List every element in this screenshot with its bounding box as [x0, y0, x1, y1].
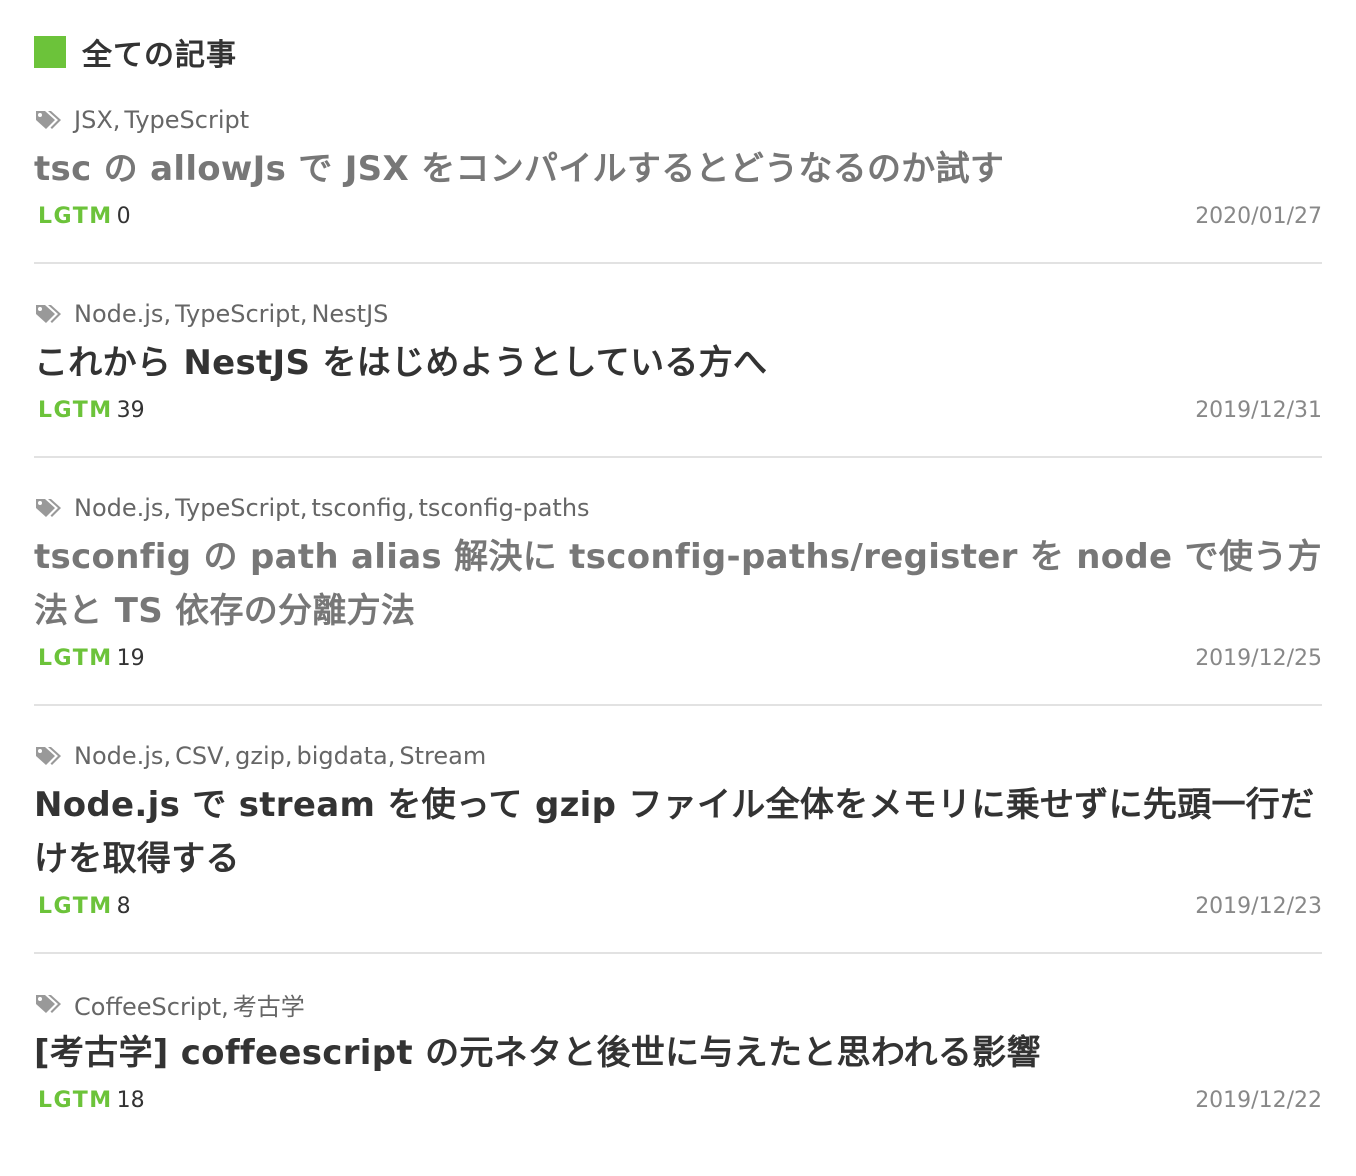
article-item: Node.js, CSV, gzip, bigdata, Stream Node.js …: [34, 740, 1322, 954]
article-list: JSX, TypeScript tsc の allowJs で JSX をコンパイ…: [34, 104, 1322, 1146]
tag-link[interactable]: 考古学: [233, 993, 305, 1021]
lgtm-counter: LGTM 18: [34, 1088, 145, 1113]
tag-separator: ,: [221, 992, 229, 1021]
section-title: 全ての記事: [82, 38, 237, 73]
tag-link[interactable]: Stream: [399, 742, 486, 770]
section-header: 全ての記事: [34, 34, 1322, 73]
tag-link[interactable]: CSV: [175, 742, 223, 770]
article-item: Node.js, TypeScript, tsconfig, tsconfig-pat…: [34, 492, 1322, 706]
tags-icon: [34, 744, 66, 768]
article-date: 2019/12/22: [1195, 1087, 1322, 1113]
tag-link[interactable]: Node.js: [74, 494, 163, 522]
tag-link[interactable]: gzip: [235, 742, 285, 770]
article-date: 2019/12/25: [1195, 645, 1322, 671]
tag-link[interactable]: Node.js: [74, 742, 163, 770]
lgtm-counter: LGTM 8: [34, 894, 131, 919]
tag-separator: ,: [299, 494, 308, 522]
tag-link[interactable]: Node.js: [74, 300, 163, 328]
article-item: CoffeeScript, 考古学 [考古学] coffeescript の元ネタ…: [34, 988, 1322, 1146]
tag-link[interactable]: NestJS: [311, 300, 388, 328]
lgtm-count: 18: [116, 1087, 145, 1113]
tags-icon: [34, 496, 66, 520]
tag-link[interactable]: bigdata: [297, 742, 388, 770]
lgtm-count: 0: [116, 203, 131, 229]
article-title-link[interactable]: これから NestJS をはじめようとしている方へ: [34, 336, 1322, 390]
lgtm-count: 39: [116, 397, 145, 423]
lgtm-counter: LGTM 0: [34, 204, 131, 229]
tags-list: Node.js, TypeScript, tsconfig, tsconfig-pat…: [74, 494, 590, 522]
article-item: Node.js, TypeScript, NestJS これから NestJS をは…: [34, 298, 1322, 458]
article-title-link[interactable]: [考古学] coffeescript の元ネタと後世に与えたと思われる影響: [34, 1026, 1322, 1080]
article-meta: LGTM 8 2019/12/23: [34, 890, 1322, 922]
article-meta: LGTM 19 2019/12/25: [34, 642, 1322, 674]
tag-link[interactable]: TypeScript: [124, 106, 249, 134]
section-mark-square: [34, 36, 66, 68]
article-date: 2019/12/23: [1195, 893, 1322, 919]
lgtm-label: LGTM: [38, 1087, 113, 1113]
tag-separator: ,: [406, 494, 415, 522]
tag-separator: ,: [112, 106, 121, 134]
article-meta: LGTM 18 2019/12/22: [34, 1084, 1322, 1116]
tags-icon: [34, 992, 66, 1016]
lgtm-label: LGTM: [38, 203, 113, 229]
article-meta: LGTM 0 2020/01/27: [34, 200, 1322, 232]
tag-separator: ,: [163, 300, 172, 328]
tags-icon: [34, 302, 66, 326]
article-title-link[interactable]: Node.js で stream を使って gzip ファイル全体をメモリに乗せ…: [34, 778, 1322, 886]
article-tags: Node.js, TypeScript, tsconfig, tsconfig-pat…: [34, 492, 1322, 524]
tags-icon: [34, 108, 66, 132]
lgtm-label: LGTM: [38, 645, 113, 671]
article-tags: CoffeeScript, 考古学: [34, 987, 1322, 1022]
article-tags: Node.js, TypeScript, NestJS: [34, 298, 1322, 330]
tags-list: CoffeeScript, 考古学: [74, 987, 305, 1022]
tag-separator: ,: [284, 742, 293, 770]
tag-separator: ,: [299, 300, 308, 328]
tag-link[interactable]: CoffeeScript: [74, 993, 221, 1021]
tag-link[interactable]: TypeScript: [175, 494, 300, 522]
article-title-link[interactable]: tsconfig の path alias 解決に tsconfig-paths…: [34, 530, 1322, 638]
article-list-page: 全ての記事 JSX, TypeScript tsc の allowJs で JSX…: [34, 0, 1322, 1146]
lgtm-label: LGTM: [38, 893, 113, 919]
article-tags: Node.js, CSV, gzip, bigdata, Stream: [34, 740, 1322, 772]
tag-link[interactable]: tsconfig: [311, 494, 406, 522]
tag-link[interactable]: tsconfig-paths: [418, 494, 589, 522]
tag-separator: ,: [387, 742, 396, 770]
tag-separator: ,: [223, 742, 232, 770]
article-item: JSX, TypeScript tsc の allowJs で JSX をコンパイ…: [34, 104, 1322, 264]
lgtm-counter: LGTM 39: [34, 398, 145, 423]
article-date: 2019/12/31: [1195, 397, 1322, 423]
lgtm-count: 19: [116, 645, 145, 671]
lgtm-count: 8: [116, 893, 131, 919]
tags-list: JSX, TypeScript: [74, 106, 249, 134]
lgtm-label: LGTM: [38, 397, 113, 423]
article-tags: JSX, TypeScript: [34, 104, 1322, 136]
tag-link[interactable]: TypeScript: [175, 300, 300, 328]
article-title-link[interactable]: tsc の allowJs で JSX をコンパイルするとどうなるのか試す: [34, 142, 1322, 196]
tag-separator: ,: [163, 742, 172, 770]
article-date: 2020/01/27: [1195, 203, 1322, 229]
tags-list: Node.js, TypeScript, NestJS: [74, 300, 388, 328]
tag-link[interactable]: JSX: [74, 106, 113, 134]
tags-list: Node.js, CSV, gzip, bigdata, Stream: [74, 742, 486, 770]
tag-separator: ,: [163, 494, 172, 522]
article-meta: LGTM 39 2019/12/31: [34, 394, 1322, 426]
lgtm-counter: LGTM 19: [34, 646, 145, 671]
